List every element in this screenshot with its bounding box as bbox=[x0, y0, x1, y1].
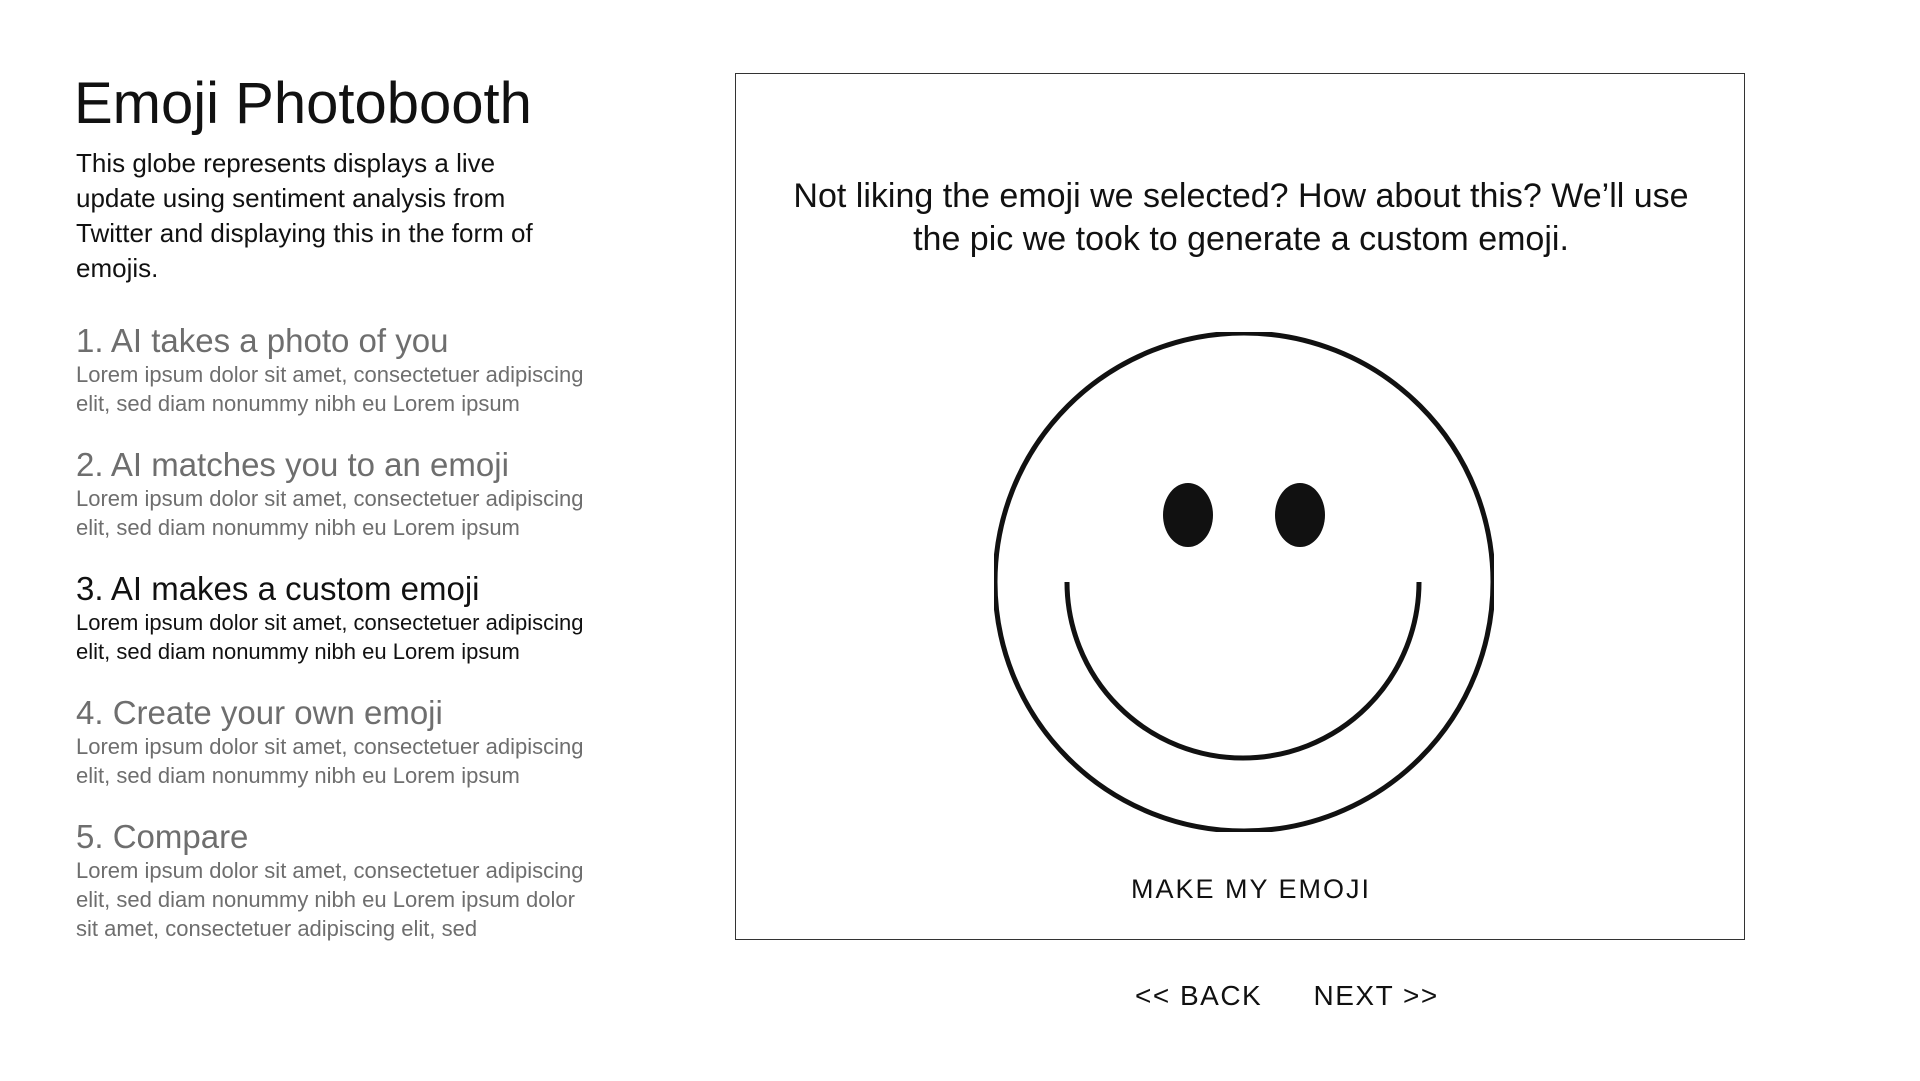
prompt-text: Not liking the emoji we selected? How ab… bbox=[793, 177, 1689, 258]
page-title: Emoji Photobooth bbox=[74, 71, 532, 136]
right-eye bbox=[1275, 483, 1325, 547]
step-item-3[interactable]: 3. AI makes a custom emoji Lorem ipsum d… bbox=[76, 570, 594, 666]
step-description: Lorem ipsum dolor sit amet, consectetuer… bbox=[76, 610, 584, 664]
step-item-2[interactable]: 2. AI matches you to an emoji Lorem ipsu… bbox=[76, 446, 594, 542]
intro-text: This globe represents displays a live up… bbox=[76, 148, 533, 283]
step-item-1[interactable]: 1. AI takes a photo of you Lorem ipsum d… bbox=[76, 322, 594, 418]
step-title: 3. AI makes a custom emoji bbox=[76, 570, 480, 607]
step-description: Lorem ipsum dolor sit amet, consectetuer… bbox=[76, 486, 584, 540]
smile-mouth bbox=[1064, 581, 1422, 761]
step-description: Lorem ipsum dolor sit amet, consectetuer… bbox=[76, 858, 584, 941]
step-item-5[interactable]: 5. Compare Lorem ipsum dolor sit amet, c… bbox=[76, 818, 594, 943]
page: Emoji Photobooth This globe represents d… bbox=[0, 0, 1920, 1081]
step-item-4[interactable]: 4. Create your own emoji Lorem ipsum dol… bbox=[76, 694, 594, 790]
left-panel: Emoji Photobooth This globe represents d… bbox=[74, 68, 594, 971]
step-title: 4. Create your own emoji bbox=[76, 694, 443, 731]
next-button[interactable]: NEXT >> bbox=[1314, 980, 1439, 1011]
left-eye bbox=[1163, 483, 1213, 547]
step-description: Lorem ipsum dolor sit amet, consectetuer… bbox=[76, 362, 584, 416]
steps-list: 1. AI takes a photo of you Lorem ipsum d… bbox=[76, 322, 594, 943]
step-title: 1. AI takes a photo of you bbox=[76, 322, 449, 359]
smiley-face-icon[interactable] bbox=[994, 332, 1494, 832]
make-my-emoji-button[interactable]: MAKE MY EMOJI bbox=[736, 874, 1766, 905]
emoji-card: Not liking the emoji we selected? How ab… bbox=[735, 73, 1745, 940]
back-button[interactable]: << BACK bbox=[1135, 980, 1262, 1011]
step-title: 5. Compare bbox=[76, 818, 249, 855]
step-description: Lorem ipsum dolor sit amet, consectetuer… bbox=[76, 734, 584, 788]
navigation: << BACK NEXT >> bbox=[1135, 980, 1439, 1012]
step-title: 2. AI matches you to an emoji bbox=[76, 446, 509, 483]
